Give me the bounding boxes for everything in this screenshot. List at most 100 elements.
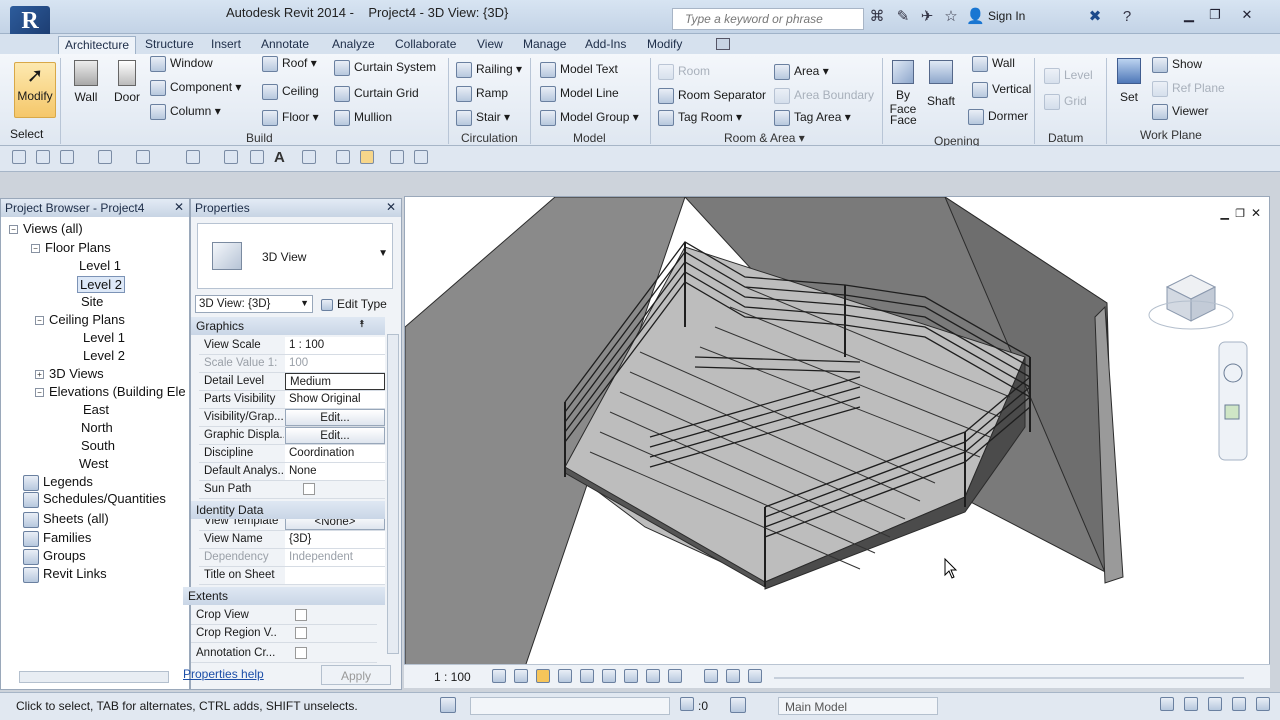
filter-icon[interactable] <box>680 697 694 711</box>
tree-ceiling-plans[interactable]: − Ceiling Plans <box>35 312 125 327</box>
tab-add-ins[interactable]: Add-Ins <box>585 36 626 54</box>
tree-south[interactable]: South <box>81 438 115 453</box>
wall-opening-button[interactable]: Wall <box>972 56 1015 72</box>
tree-elevations[interactable]: − Elevations (Building Ele <box>35 384 186 399</box>
view-close-icon[interactable]: ✕ <box>1251 206 1261 220</box>
section-extents[interactable]: Extents <box>183 587 385 605</box>
model-text-button[interactable]: Model Text <box>540 62 618 78</box>
prop-value[interactable]: Show Original <box>285 391 385 408</box>
tree-3d-views[interactable]: +3D Views <box>35 366 104 381</box>
edit-type-button[interactable]: Edit Type <box>317 295 389 313</box>
expand-icon[interactable]: + <box>35 370 44 380</box>
prop-value[interactable]: 100 <box>285 355 385 372</box>
3d-view-canvas[interactable]: ▁ ❐ ✕ <box>404 196 1270 666</box>
select-links-icon[interactable] <box>1160 697 1174 711</box>
signin-button[interactable]: Sign In <box>988 9 1025 23</box>
by-face-button[interactable]: By Face <box>888 60 918 116</box>
window-button[interactable]: Window <box>150 56 213 72</box>
default-3d-icon[interactable] <box>302 150 316 164</box>
ramp-button[interactable]: Ramp <box>456 86 508 102</box>
door-button[interactable]: Door <box>110 60 144 104</box>
room-separator-button[interactable]: Room Separator <box>658 88 766 104</box>
favorites-star-icon[interactable]: ☆ <box>942 8 960 26</box>
stair-button[interactable]: Stair ▾ <box>456 110 510 126</box>
tab-annotate[interactable]: Annotate <box>261 36 309 54</box>
tag-area-button[interactable]: Tag Area ▾ <box>774 110 851 126</box>
show-crop-icon[interactable] <box>624 669 638 683</box>
sun-path-icon[interactable] <box>536 669 550 683</box>
workset-dropdown[interactable] <box>470 697 670 715</box>
tree-ceiling-level-2[interactable]: Level 2 <box>83 348 125 363</box>
tree-sheets[interactable]: Sheets (all) <box>23 511 109 528</box>
view-minimize-icon[interactable]: ▁ <box>1221 207 1229 220</box>
ribbon-toggle-icon[interactable] <box>716 38 730 50</box>
tree-groups[interactable]: Groups <box>23 548 86 565</box>
model-line-button[interactable]: Model Line <box>540 86 619 102</box>
vertical-button[interactable]: Vertical <box>972 82 1031 98</box>
section-graphics[interactable]: Graphics ⯭ <box>191 317 385 335</box>
view-scale[interactable]: 1 : 100 <box>434 670 471 684</box>
open-icon[interactable] <box>12 150 26 164</box>
modify-button[interactable]: ➚ Modify <box>14 62 56 118</box>
ref-plane-button[interactable]: Ref Plane <box>1152 81 1225 97</box>
curtain-system-button[interactable]: Curtain System <box>334 60 436 76</box>
section-icon[interactable] <box>336 150 350 164</box>
select-by-face-icon[interactable] <box>1232 697 1246 711</box>
select-dropdown[interactable]: Select <box>10 127 43 141</box>
tree-legends[interactable]: Legends <box>23 474 93 491</box>
worksets-icon[interactable] <box>440 697 456 713</box>
checkbox[interactable] <box>295 627 307 639</box>
switch-windows-icon[interactable] <box>414 150 428 164</box>
tab-modify[interactable]: Modify <box>647 36 682 54</box>
railing-button[interactable]: Railing ▾ <box>456 62 522 78</box>
tree-floor-plans[interactable]: − Floor Plans <box>31 240 111 255</box>
collapse-icon[interactable]: − <box>31 244 40 254</box>
reveal-hidden-icon[interactable] <box>704 669 718 683</box>
component-button[interactable]: Component ▾ <box>150 80 241 96</box>
prop-value[interactable]: Medium <box>285 373 385 390</box>
shadows-icon[interactable] <box>558 669 572 683</box>
curtain-grid-button[interactable]: Curtain Grid <box>334 86 419 102</box>
properties-scrollbar[interactable] <box>387 334 399 654</box>
minimize-button[interactable]: ▁ <box>1178 6 1200 24</box>
checkbox[interactable] <box>303 483 315 495</box>
editable-only-icon[interactable] <box>730 697 746 713</box>
select-underlay-icon[interactable] <box>1184 697 1198 711</box>
crop-view-icon[interactable] <box>602 669 616 683</box>
prop-value[interactable]: {3D} <box>285 531 385 548</box>
model-group-button[interactable]: Model Group ▾ <box>540 110 639 126</box>
tree-ceiling-level-1[interactable]: Level 1 <box>83 330 125 345</box>
set-work-plane-button[interactable]: Set <box>1112 58 1146 104</box>
checkbox[interactable] <box>295 609 307 621</box>
tag-icon[interactable] <box>250 150 264 164</box>
analytical-model-icon[interactable] <box>726 669 740 683</box>
tree-site[interactable]: Site <box>81 294 103 309</box>
room-area-panel-label[interactable]: Room & Area ▾ <box>724 131 805 145</box>
tab-view[interactable]: View <box>477 36 503 54</box>
help-icon[interactable]: ? <box>1118 8 1136 26</box>
communication-icon[interactable]: ✈ <box>918 8 936 26</box>
shaft-button[interactable]: Shaft <box>924 60 958 108</box>
instance-selector[interactable]: 3D View: {3D} ▼ <box>195 295 313 313</box>
lock-view-icon[interactable] <box>646 669 660 683</box>
area-boundary-button[interactable]: Area Boundary <box>774 88 874 104</box>
user-icon[interactable]: 👤 <box>966 8 985 26</box>
grid-button[interactable]: Grid <box>1044 94 1087 110</box>
tab-architecture[interactable]: Architecture <box>58 36 137 54</box>
highlight-displacement-icon[interactable] <box>748 669 762 683</box>
redo-icon[interactable] <box>136 150 150 164</box>
render-icon[interactable] <box>580 669 594 683</box>
level-button[interactable]: Level <box>1044 68 1093 84</box>
close-hidden-windows-icon[interactable] <box>390 150 404 164</box>
subscription-icon[interactable]: ✎ <box>894 8 912 26</box>
exchange-icon[interactable]: ✖ <box>1086 8 1104 26</box>
dormer-button[interactable]: Dormer <box>968 109 1028 125</box>
apply-button[interactable]: Apply <box>321 665 391 685</box>
drag-on-select-icon[interactable] <box>1256 697 1270 711</box>
prop-value[interactable]: Coordination <box>285 445 385 462</box>
temporary-hide-icon[interactable] <box>668 669 682 683</box>
wall-button[interactable]: Wall <box>70 60 102 104</box>
tree-floor-level-2[interactable]: Level 2 <box>77 276 125 293</box>
prop-value[interactable]: Independent <box>285 549 385 566</box>
tree-east[interactable]: East <box>83 402 109 417</box>
